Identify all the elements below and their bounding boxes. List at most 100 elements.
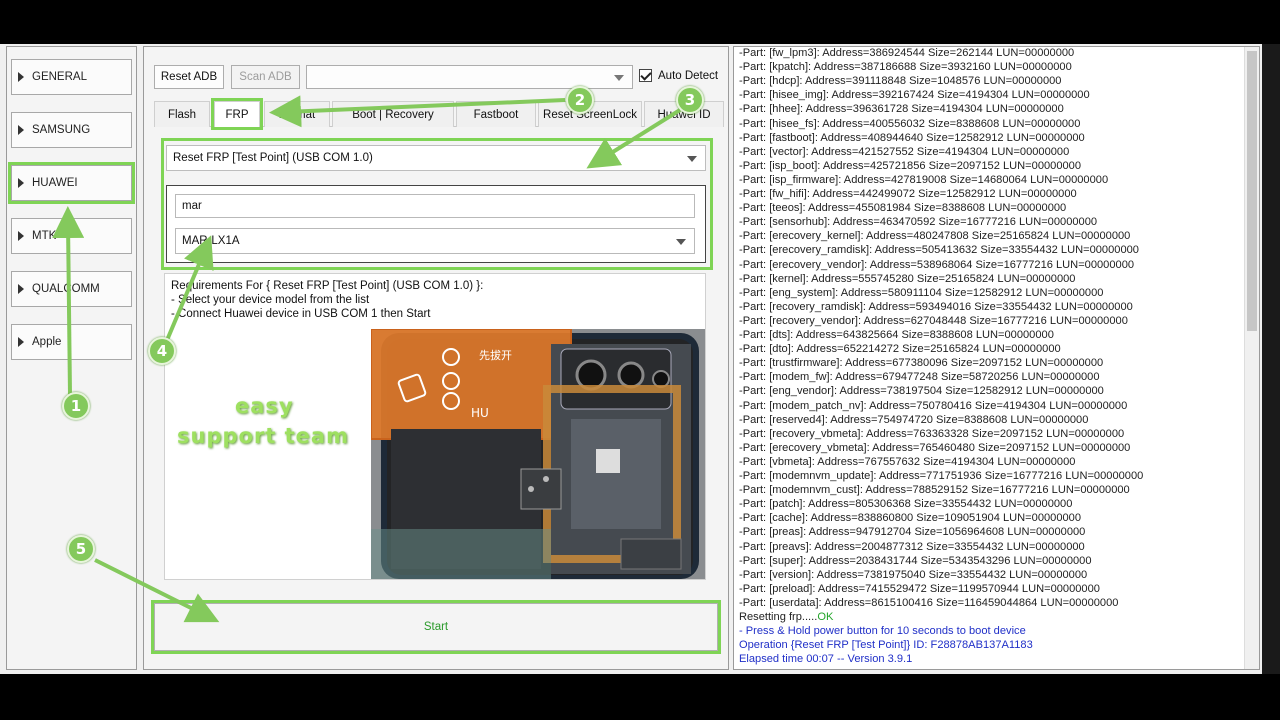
tab-format[interactable]: Format	[264, 101, 330, 127]
step-badge-1: 1	[62, 392, 90, 420]
tab-flash[interactable]: Flash	[154, 101, 210, 127]
log-line: -Part: [vbmeta]: Address=767557632 Size=…	[739, 455, 1076, 468]
nav-qualcomm-button[interactable]: QUALCOMM	[11, 271, 132, 307]
log-line: -Part: [hisee_img]: Address=392167424 Si…	[739, 89, 1090, 102]
log-line: -Part: [hdcp]: Address=391118848 Size=10…	[739, 75, 1062, 88]
step-badge-2: 2	[566, 86, 594, 114]
chevron-down-icon	[687, 156, 697, 162]
log-line: -Part: [hisee_fs]: Address=400556032 Siz…	[739, 117, 1081, 130]
operation-select[interactable]: Reset FRP [Test Point] (USB COM 1.0)	[166, 145, 706, 171]
log-line: -Part: [fw_lpm3]: Address=386924544 Size…	[739, 47, 1075, 59]
log-line: -Part: [modemnvm_update]: Address=771751…	[739, 470, 1144, 482]
brand-nav: GENERAL SAMSUNG HUAWEI MTK QUALCOMM Appl…	[6, 46, 137, 670]
log-ok-text: OK	[817, 611, 834, 623]
log-line: -Part: [modemnvm_cust]: Address=78852915…	[739, 484, 1130, 497]
expand-arrow-icon	[18, 337, 24, 347]
log-line: -Part: [userdata]: Address=8615100416 Si…	[739, 596, 1119, 609]
model-picker: MAR-LX1A	[166, 185, 706, 263]
device-test-point-image: 先拔开 HU	[371, 329, 705, 579]
log-line: -Part: [isp_boot]: Address=425721856 Siz…	[739, 159, 1082, 172]
requirements-step: - Select your device model from the list	[171, 294, 370, 306]
start-button[interactable]: Start	[151, 600, 721, 654]
expand-arrow-icon	[18, 284, 24, 294]
nav-samsung-button[interactable]: SAMSUNG	[11, 112, 132, 148]
log-line: -Part: [modem_patch_nv]: Address=7507804…	[739, 399, 1128, 412]
battery-label-text: 先拔开	[479, 348, 512, 362]
log-line: - Press & Hold power button for 10 secon…	[739, 625, 1026, 638]
step-badge-4: 4	[148, 337, 176, 365]
log-line: -Part: [isp_firmware]: Address=427819008…	[739, 173, 1109, 186]
log-line: -Part: [recovery_ramdisk]: Address=59349…	[739, 300, 1133, 313]
log-scrollbar[interactable]	[1244, 47, 1259, 669]
log-output: -Part: [fw_lpm3]: Address=386924544 Size…	[733, 46, 1260, 670]
step-badge-3: 3	[676, 86, 704, 114]
log-line: -Part: [preas]: Address=947912704 Size=1…	[739, 526, 1086, 539]
log-line: -Part: [fastboot]: Address=408944640 Siz…	[739, 131, 1085, 144]
model-search-input[interactable]	[175, 194, 695, 218]
auto-detect-checkbox[interactable]: Auto Detect	[639, 69, 718, 82]
log-line: -Part: [kernel]: Address=555745280 Size=…	[739, 272, 1076, 285]
battery-label-text: HU	[471, 406, 489, 420]
nav-apple-button[interactable]: Apple	[11, 324, 132, 360]
log-line: -Part: [super]: Address=2038431744 Size=…	[739, 554, 1092, 567]
requirements-title: Requirements For { Reset FRP [Test Point…	[171, 280, 484, 292]
log-line: -Part: [preload]: Address=7415529472 Siz…	[739, 582, 1100, 595]
log-line: -Part: [version]: Address=7381975040 Siz…	[739, 568, 1088, 581]
requirements-panel: Requirements For { Reset FRP [Test Point…	[164, 273, 706, 580]
log-line: -Part: [dto]: Address=652214272 Size=251…	[739, 343, 1061, 356]
log-line: -Part: [sensorhub]: Address=463470592 Si…	[739, 216, 1098, 229]
log-line: -Part: [hhee]: Address=396361728 Size=41…	[739, 103, 1064, 116]
log-line: -Part: [eng_vendor]: Address=738197504 S…	[739, 385, 1104, 398]
expand-arrow-icon	[18, 125, 24, 135]
checkbox-checked-icon	[639, 69, 652, 82]
tab-frp[interactable]: FRP	[211, 98, 263, 130]
log-line: -Part: [teeos]: Address=455081984 Size=8…	[739, 202, 1067, 215]
app-window: GENERAL SAMSUNG HUAWEI MTK QUALCOMM Appl…	[0, 44, 1280, 674]
window-edge	[1262, 44, 1280, 674]
tab-boot-recovery[interactable]: Boot | Recovery	[332, 101, 454, 127]
log-line: -Part: [cache]: Address=838860800 Size=1…	[739, 512, 1082, 525]
log-line: -Part: [erecovery_vendor]: Address=53896…	[739, 258, 1135, 271]
log-line: -Part: [modem_fw]: Address=679477248 Siz…	[739, 371, 1100, 384]
watermark-text: easy	[235, 394, 294, 418]
chevron-down-icon	[614, 75, 624, 81]
watermark-text: support team	[177, 424, 349, 448]
tab-fastboot[interactable]: Fastboot	[456, 101, 536, 127]
log-line: -Part: [recovery_vbmeta]: Address=763363…	[739, 427, 1125, 440]
log-line: -Part: [patch]: Address=805306368 Size=3…	[739, 498, 1073, 511]
log-line: -Part: [vector]: Address=421527552 Size=…	[739, 145, 1070, 158]
log-line: -Part: [eng_system]: Address=580911104 S…	[739, 286, 1104, 299]
log-line: -Part: [erecovery_ramdisk]: Address=5054…	[739, 244, 1139, 257]
log-line: -Part: [preavs]: Address=2004877312 Size…	[739, 540, 1085, 553]
expand-arrow-icon	[18, 231, 24, 241]
nav-general-button[interactable]: GENERAL	[11, 59, 132, 95]
log-line: -Part: [erecovery_vbmeta]: Address=76546…	[739, 441, 1131, 454]
log-line: -Part: [fw_hifi]: Address=442499072 Size…	[739, 188, 1077, 200]
log-line: Resetting frp.....OK	[739, 611, 833, 623]
chevron-down-icon	[676, 239, 686, 245]
log-line: -Part: [dts]: Address=643825664 Size=838…	[739, 329, 1054, 341]
scrollbar-thumb[interactable]	[1247, 51, 1257, 331]
frp-options: Reset FRP [Test Point] (USB COM 1.0) MAR…	[161, 138, 713, 270]
requirements-step: - Connect Huawei device in USB COM 1 the…	[171, 308, 431, 320]
reset-adb-button[interactable]: Reset ADB	[154, 65, 224, 89]
phone-board-illustration: 先拔开 HU	[371, 329, 705, 579]
main-panel: Reset ADB Scan ADB Auto Detect Flash FRP…	[143, 46, 729, 670]
log-status-text: Resetting frp.....	[739, 611, 818, 623]
log-line: Operation {Reset FRP [Test Point]} ID: F…	[739, 639, 1033, 652]
port-select[interactable]	[306, 65, 633, 89]
log-line: -Part: [kpatch]: Address=387186688 Size=…	[739, 61, 1072, 74]
log-line: -Part: [erecovery_kernel]: Address=48024…	[739, 230, 1131, 243]
nav-mtk-button[interactable]: MTK	[11, 218, 132, 254]
log-line: Elapsed time 00:07 -- Version 3.9.1	[739, 653, 913, 666]
expand-arrow-icon	[18, 72, 24, 82]
log-line: -Part: [recovery_vendor]: Address=627048…	[739, 314, 1128, 327]
log-line: -Part: [reserved4]: Address=754974720 Si…	[739, 413, 1089, 426]
scan-adb-button[interactable]: Scan ADB	[231, 65, 300, 89]
nav-huawei-button[interactable]: HUAWEI	[8, 162, 135, 204]
model-select[interactable]: MAR-LX1A	[175, 228, 695, 254]
log-line: -Part: [trustfirmware]: Address=67738009…	[739, 357, 1104, 370]
expand-arrow-icon	[18, 178, 24, 188]
function-tabs: Flash FRP Format Boot | Recovery Fastboo…	[154, 98, 724, 130]
step-badge-5: 5	[67, 535, 95, 563]
